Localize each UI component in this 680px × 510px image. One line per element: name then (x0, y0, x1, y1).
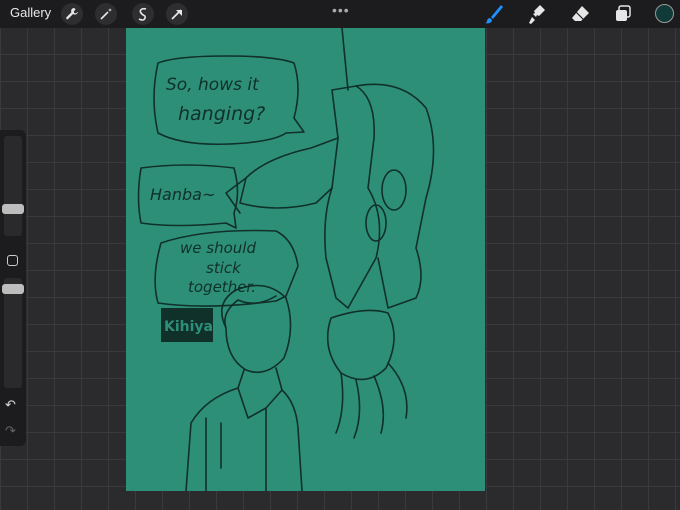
modify-button[interactable] (7, 255, 18, 266)
bubble-2-line-1: Hanba~ (150, 185, 215, 204)
eraser-icon[interactable] (569, 3, 591, 25)
drawing-canvas[interactable]: So, hows it hanging? Hanba~ we should st… (126, 27, 485, 492)
bubble-3-line-1: we should (180, 239, 256, 257)
more-menu-icon[interactable]: ••• (332, 2, 350, 18)
brush-size-slider[interactable] (2, 136, 24, 236)
transform-arrow-icon[interactable] (166, 3, 188, 25)
brush-icon[interactable] (483, 3, 505, 25)
color-picker-swatch[interactable] (655, 4, 674, 23)
magic-wand-icon[interactable] (95, 3, 117, 25)
gallery-button[interactable]: Gallery (10, 5, 51, 20)
brush-size-knob[interactable] (2, 204, 24, 214)
opacity-slider[interactable] (2, 278, 24, 388)
side-toolbar: ↶ ↷ (0, 130, 26, 446)
selection-icon[interactable] (132, 3, 154, 25)
svg-text:Kihiya: Kihiya (164, 319, 213, 335)
top-toolbar: Gallery ••• (0, 0, 680, 28)
bubble-3-line-2: stick (206, 259, 242, 277)
smudge-icon[interactable] (526, 3, 548, 25)
artwork: So, hows it hanging? Hanba~ we should st… (137, 27, 435, 492)
opacity-knob[interactable] (2, 284, 24, 294)
layers-icon[interactable] (612, 3, 634, 25)
wrench-icon[interactable] (61, 3, 83, 25)
bubble-1-line-1: So, hows it (166, 75, 260, 95)
undo-icon[interactable]: ↶ (5, 398, 16, 411)
bubble-1-line-2: hanging? (178, 103, 265, 125)
redo-icon[interactable]: ↷ (5, 424, 16, 437)
bubble-3-line-3: together. (188, 278, 256, 296)
artist-signature: Kihiya (161, 308, 213, 342)
speech-bubble-1 (153, 55, 305, 145)
